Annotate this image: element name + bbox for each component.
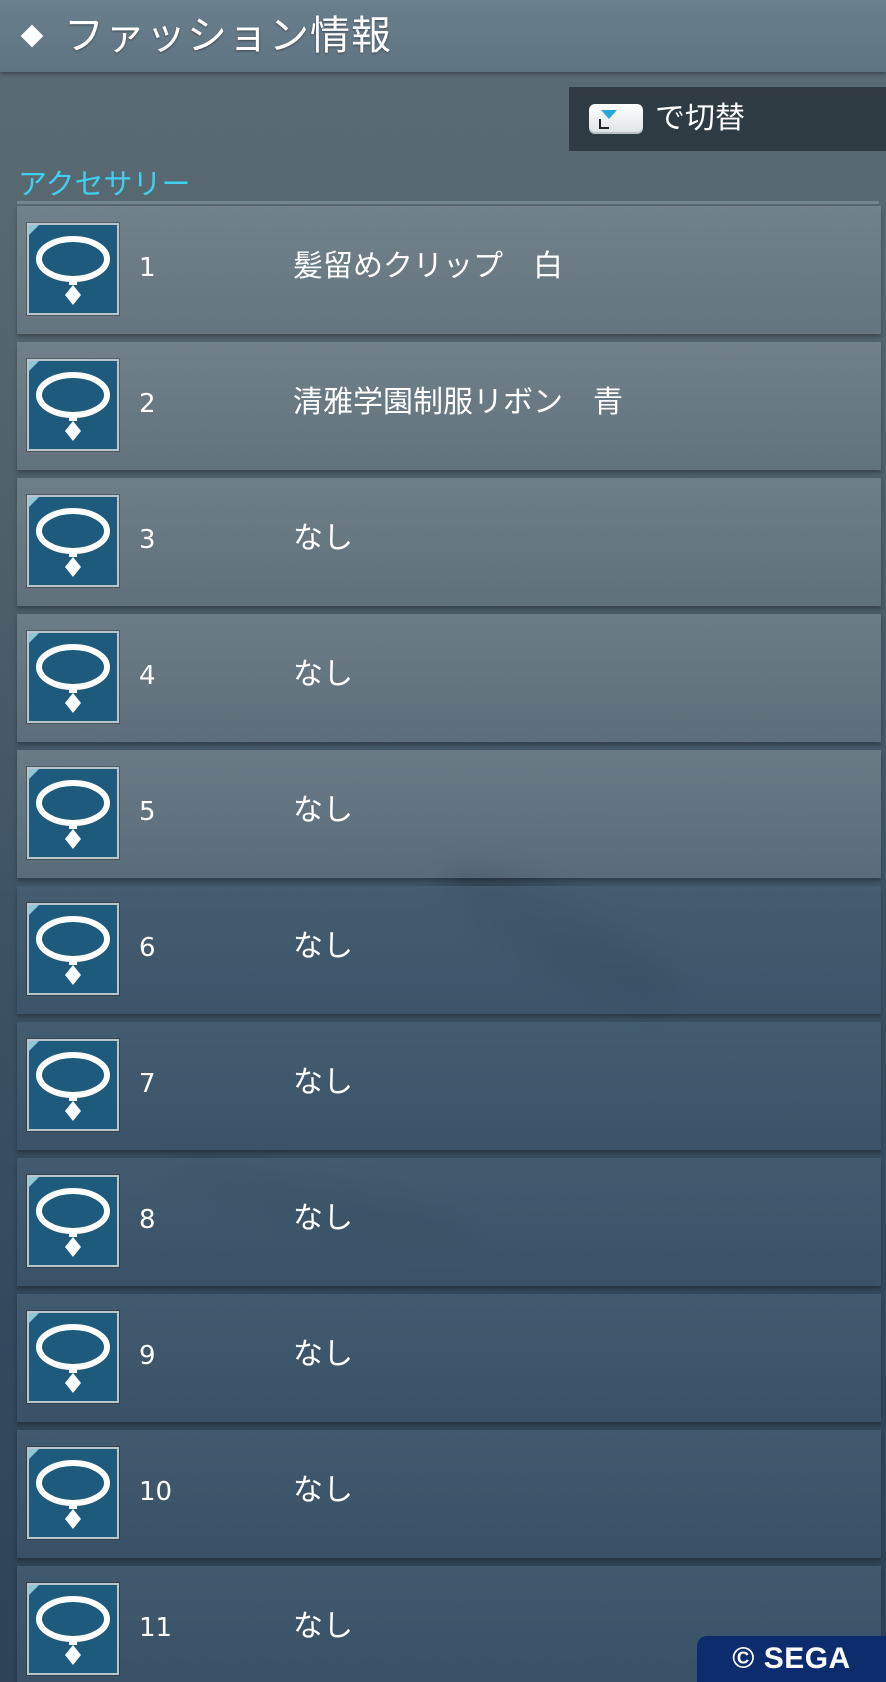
accessory-slot-row[interactable]: 3 なし bbox=[17, 478, 881, 606]
slot-number: 4 bbox=[139, 661, 156, 691]
diamond-icon bbox=[20, 24, 44, 48]
necklace-icon bbox=[27, 223, 119, 315]
necklace-icon bbox=[27, 903, 119, 995]
slot-number: 3 bbox=[139, 525, 156, 555]
slot-number: 10 bbox=[139, 1477, 173, 1507]
touchpad-down-key-icon bbox=[589, 104, 643, 134]
necklace-icon bbox=[27, 631, 119, 723]
slot-number: 1 bbox=[139, 253, 156, 283]
accessory-name: なし bbox=[293, 1609, 353, 1644]
accessory-name: なし bbox=[293, 793, 353, 828]
necklace-icon bbox=[27, 495, 119, 587]
necklace-icon bbox=[27, 767, 119, 859]
switch-hint-label: で切替 bbox=[655, 101, 745, 136]
necklace-icon bbox=[27, 1311, 119, 1403]
necklace-icon bbox=[27, 1583, 119, 1675]
copyright-badge: © SEGA bbox=[697, 1636, 886, 1682]
accessory-slot-row[interactable]: 2 清雅学園制服リボン 青 bbox=[17, 342, 881, 470]
accessory-name: なし bbox=[293, 1201, 353, 1236]
slot-number: 7 bbox=[139, 1069, 156, 1099]
slot-number: 11 bbox=[139, 1613, 173, 1643]
accessory-slot-row[interactable]: 10 なし bbox=[17, 1430, 881, 1558]
header-bar: ファッション情報 bbox=[0, 0, 886, 72]
accessory-name: なし bbox=[293, 1337, 353, 1372]
section-divider bbox=[17, 201, 879, 204]
slot-number: 9 bbox=[139, 1341, 156, 1371]
accessory-slot-row[interactable]: 8 なし bbox=[17, 1158, 881, 1286]
page-title: ファッション情報 bbox=[64, 13, 392, 59]
section-title-accessory: アクセサリー bbox=[18, 167, 191, 201]
necklace-icon bbox=[27, 1175, 119, 1267]
necklace-icon bbox=[27, 1039, 119, 1131]
slot-number: 2 bbox=[139, 389, 156, 419]
slot-number: 6 bbox=[139, 933, 156, 963]
necklace-icon bbox=[27, 1447, 119, 1539]
accessory-slot-row[interactable]: 9 なし bbox=[17, 1294, 881, 1422]
accessory-name: なし bbox=[293, 521, 353, 556]
accessory-slot-row[interactable]: 6 なし bbox=[17, 886, 881, 1014]
accessory-slot-row[interactable]: 4 なし bbox=[17, 614, 881, 742]
accessory-name: 髪留めクリップ 白 bbox=[293, 249, 563, 284]
slot-number: 5 bbox=[139, 797, 156, 827]
accessory-name: なし bbox=[293, 657, 353, 692]
accessory-name: なし bbox=[293, 1473, 353, 1508]
accessory-slot-row[interactable]: 1 髪留めクリップ 白 bbox=[17, 206, 881, 334]
accessory-name: なし bbox=[293, 929, 353, 964]
accessory-slot-row[interactable]: 7 なし bbox=[17, 1022, 881, 1150]
necklace-icon bbox=[27, 359, 119, 451]
accessory-name: なし bbox=[293, 1065, 353, 1100]
accessory-name: 清雅学園制服リボン 青 bbox=[293, 385, 623, 420]
slot-number: 8 bbox=[139, 1205, 156, 1235]
accessory-slot-row[interactable]: 5 なし bbox=[17, 750, 881, 878]
switch-hint[interactable]: で切替 bbox=[569, 87, 886, 151]
